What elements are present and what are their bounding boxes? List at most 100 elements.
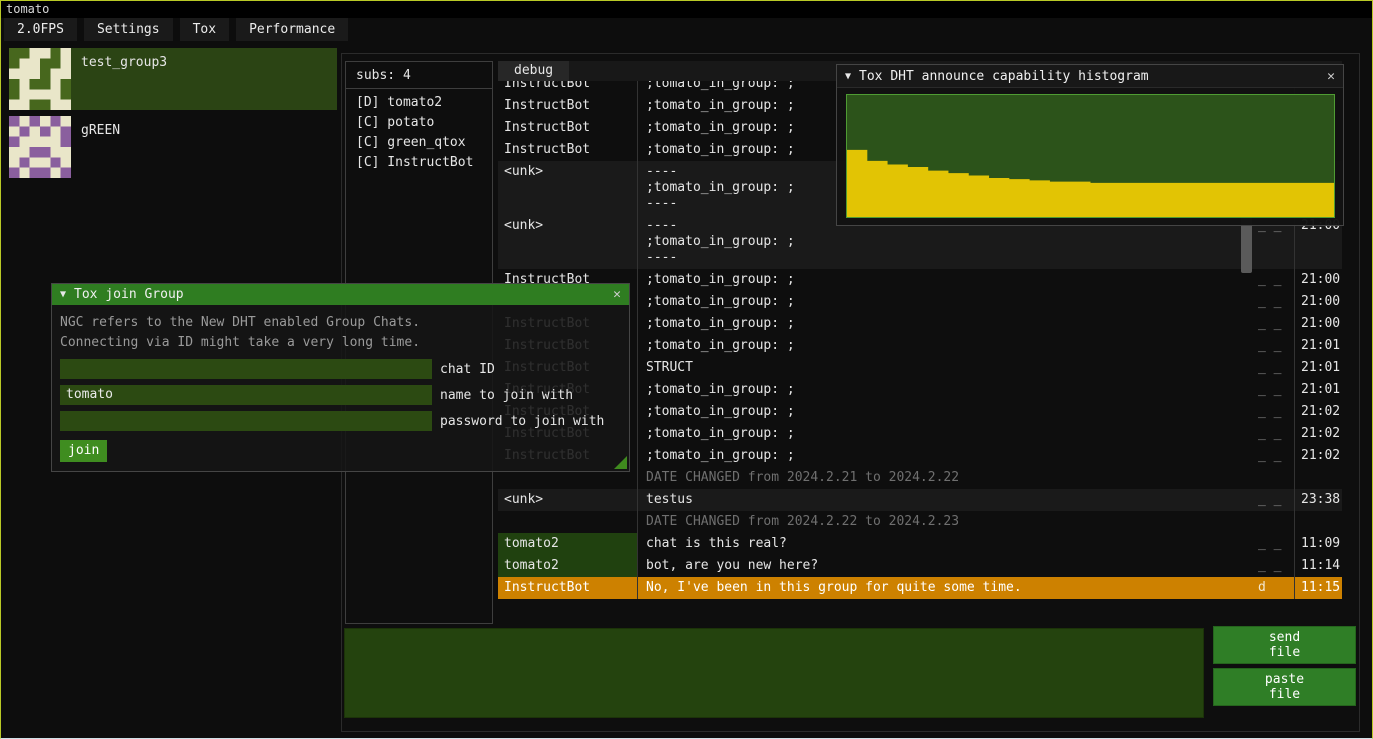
message-text: No, I've been in this group for quite so… — [638, 577, 1254, 599]
message-text: ;tomato_in_group: ; — [638, 379, 1254, 401]
timestamp: 11:15 — [1294, 577, 1342, 599]
message-text: ;tomato_in_group: ; — [638, 401, 1254, 423]
sender-name: InstructBot — [498, 577, 638, 599]
timestamp: 21:01 — [1294, 335, 1342, 357]
join-password-input[interactable] — [60, 411, 432, 431]
delivery-marks: _ _ — [1254, 555, 1294, 577]
subs-member-list: [D] tomato2[C] potato[C] green_qtox[C] I… — [346, 89, 492, 173]
menu-item-tox[interactable]: Tox — [180, 18, 229, 41]
join-intro-line2: Connecting via ID might take a very long… — [60, 333, 621, 353]
group-avatar-test_group3 — [9, 48, 71, 110]
join-name-label: name to join with — [440, 388, 573, 403]
sidebar-item-test_group3[interactable]: test_group3 — [9, 48, 337, 110]
chat-id-input[interactable] — [60, 359, 432, 379]
chat-id-label: chat ID — [440, 362, 495, 377]
timestamp: 11:14 — [1294, 555, 1342, 577]
resize-grip[interactable] — [614, 456, 627, 469]
timestamp: 21:01 — [1294, 379, 1342, 401]
join-group-title: Tox join Group — [74, 287, 184, 302]
sender-name — [498, 511, 638, 533]
message-text: testus — [638, 489, 1254, 511]
collapse-arrow-icon[interactable]: ▼ — [60, 289, 66, 300]
date-changed-text: DATE CHANGED from 2024.2.21 to 2024.2.22 — [638, 467, 1254, 489]
message-row[interactable]: InstructBotNo, I've been in this group f… — [498, 577, 1342, 599]
group-name: test_group3 — [71, 48, 167, 70]
close-icon[interactable]: ✕ — [1327, 69, 1335, 84]
delivery-marks — [1254, 467, 1294, 489]
date-changed-text: DATE CHANGED from 2024.2.22 to 2024.2.23 — [638, 511, 1254, 533]
timestamp: 21:02 — [1294, 423, 1342, 445]
sender-name: InstructBot — [498, 81, 638, 95]
join-group-titlebar[interactable]: ▼ Tox join Group ✕ — [52, 284, 629, 305]
message-text: chat is this real? — [638, 533, 1254, 555]
delivery-marks: _ _ — [1254, 357, 1294, 379]
menu-item-settings[interactable]: Settings — [84, 18, 173, 41]
message-text: ;tomato_in_group: ; — [638, 269, 1254, 291]
menu-item-performance[interactable]: Performance — [236, 18, 348, 41]
timestamp: 23:38 — [1294, 489, 1342, 511]
message-row[interactable]: tomato2chat is this real?_ _11:09 — [498, 533, 1342, 555]
message-text: STRUCT — [638, 357, 1254, 379]
sender-name: InstructBot — [498, 117, 638, 139]
message-row[interactable]: <unk>testus_ _23:38 — [498, 489, 1342, 511]
delivery-marks: d — [1254, 577, 1294, 599]
timestamp: 21:00 — [1294, 313, 1342, 335]
delivery-marks: _ _ — [1254, 379, 1294, 401]
dht-histogram-window: ▼ Tox DHT announce capability histogram … — [836, 64, 1344, 226]
join-name-input[interactable]: tomato — [60, 385, 432, 405]
window-title: tomato — [6, 2, 49, 16]
join-button[interactable]: join — [60, 440, 107, 462]
timestamp: 21:02 — [1294, 401, 1342, 423]
subs-header: subs: 4 — [346, 62, 492, 89]
histogram-plot-svg — [847, 95, 1334, 217]
group-avatar-green — [9, 116, 71, 178]
sender-name: tomato2 — [498, 533, 638, 555]
message-text: ;tomato_in_group: ; — [638, 291, 1254, 313]
delivery-marks: _ _ — [1254, 423, 1294, 445]
timestamp: 21:01 — [1294, 357, 1342, 379]
timestamp — [1294, 511, 1342, 533]
paste-file-button[interactable]: paste file — [1213, 668, 1356, 706]
delivery-marks: _ _ — [1254, 401, 1294, 423]
send-file-button[interactable]: send file — [1213, 626, 1356, 664]
message-text: ;tomato_in_group: ; — [638, 445, 1254, 467]
delivery-marks: _ _ — [1254, 269, 1294, 291]
date-separator-row[interactable]: DATE CHANGED from 2024.2.22 to 2024.2.23 — [498, 511, 1342, 533]
timestamp: 21:00 — [1294, 291, 1342, 313]
timestamp: 21:00 — [1294, 269, 1342, 291]
fps-counter: 2.0FPS — [4, 18, 77, 41]
message-text: ;tomato_in_group: ; — [638, 335, 1254, 357]
message-text: ;tomato_in_group: ; — [638, 423, 1254, 445]
message-input[interactable] — [344, 628, 1204, 718]
histogram-title: Tox DHT announce capability histogram — [859, 69, 1149, 84]
subs-member[interactable]: [C] InstructBot — [346, 153, 492, 173]
delivery-marks: _ _ — [1254, 533, 1294, 555]
timestamp: 11:09 — [1294, 533, 1342, 555]
join-group-window: ▼ Tox join Group ✕ NGC refers to the New… — [51, 283, 630, 472]
sender-name: tomato2 — [498, 555, 638, 577]
collapse-arrow-icon[interactable]: ▼ — [845, 71, 851, 82]
join-intro-line1: NGC refers to the New DHT enabled Group … — [60, 313, 621, 333]
window-titlebar[interactable]: tomato — [1, 1, 1372, 18]
delivery-marks — [1254, 511, 1294, 533]
histogram-titlebar[interactable]: ▼ Tox DHT announce capability histogram … — [837, 65, 1343, 88]
subs-member[interactable]: [C] green_qtox — [346, 133, 492, 153]
subs-member[interactable]: [D] tomato2 — [346, 93, 492, 113]
menu-bar: 2.0FPS Settings Tox Performance — [1, 18, 1372, 41]
delivery-marks: _ _ — [1254, 313, 1294, 335]
message-row[interactable]: tomato2bot, are you new here?_ _11:14 — [498, 555, 1342, 577]
tab-debug[interactable]: debug — [498, 61, 569, 81]
timestamp: 21:02 — [1294, 445, 1342, 467]
join-group-body: NGC refers to the New DHT enabled Group … — [52, 305, 629, 462]
message-text: bot, are you new here? — [638, 555, 1254, 577]
message-text: ;tomato_in_group: ; — [638, 313, 1254, 335]
sidebar-item-green[interactable]: gREEN — [9, 116, 337, 178]
subs-member[interactable]: [C] potato — [346, 113, 492, 133]
timestamp — [1294, 467, 1342, 489]
delivery-marks: _ _ — [1254, 335, 1294, 357]
sender-name: <unk> — [498, 489, 638, 511]
sender-name: <unk> — [498, 161, 638, 215]
sender-name: InstructBot — [498, 139, 638, 161]
close-icon[interactable]: ✕ — [613, 287, 621, 302]
histogram-plot — [846, 94, 1335, 218]
